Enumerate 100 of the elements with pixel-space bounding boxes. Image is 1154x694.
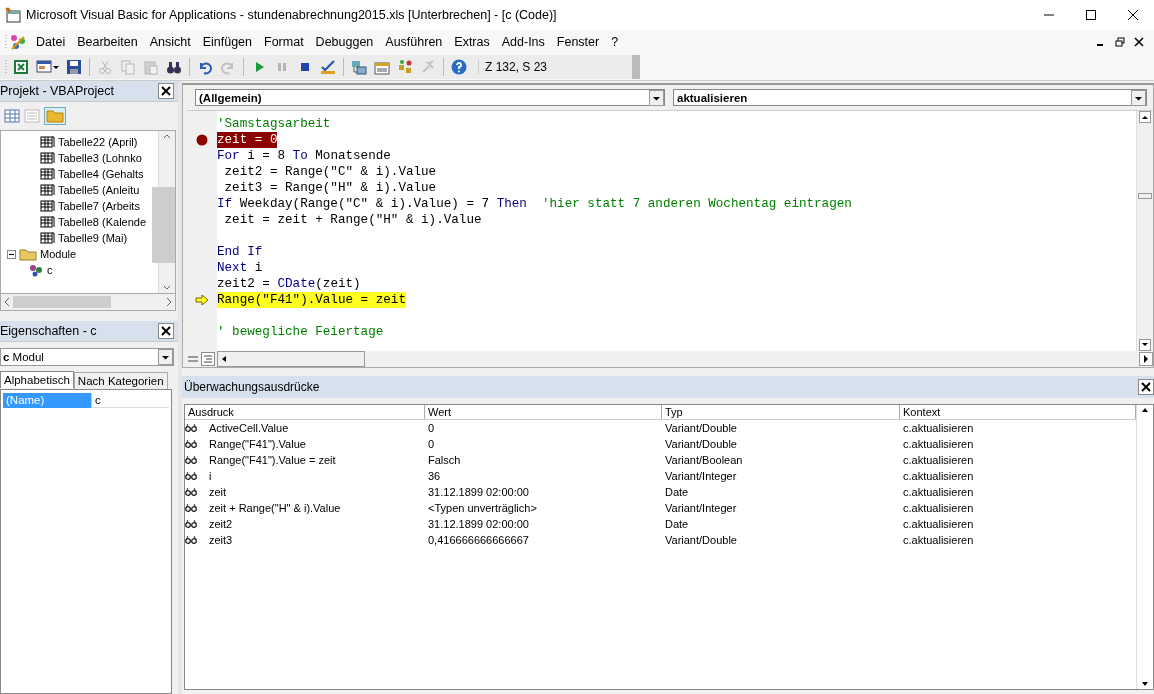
design-mode-button[interactable] <box>318 57 338 77</box>
close-icon[interactable] <box>158 323 174 339</box>
menu-item[interactable]: Ansicht <box>143 33 197 51</box>
close-icon[interactable] <box>1138 379 1154 395</box>
menu-item[interactable]: Debuggen <box>309 33 380 51</box>
code-line: zeit3 = Range("H" & i).Value <box>223 180 437 196</box>
code-line: Next i <box>217 260 263 276</box>
collapse-icon[interactable] <box>7 249 16 259</box>
code-line: For i = 8 To Monatsende <box>217 148 391 164</box>
tree-item[interactable]: Tabelle5 (Anleitu <box>58 184 140 196</box>
sheet-icon <box>39 151 55 165</box>
table-cell-text: c.aktualisieren <box>902 454 975 466</box>
column-header[interactable]: Ausdruck <box>185 405 425 419</box>
property-value[interactable]: c <box>91 393 169 408</box>
object-dropdown[interactable]: (Allgemein) <box>195 89 665 106</box>
glasses-icon <box>185 455 197 465</box>
save-icon <box>66 59 82 75</box>
sheet-icon <box>39 167 55 181</box>
tab[interactable]: Nach Kategorien <box>73 372 168 389</box>
column-header[interactable]: Typ <box>662 405 900 419</box>
binoculars-icon <box>166 59 182 75</box>
copy-icon <box>120 59 136 75</box>
menu-item[interactable]: ? <box>605 33 625 51</box>
column-header[interactable]: Wert <box>425 405 662 419</box>
table-cell-text: Variant/Boolean <box>664 454 744 466</box>
tab[interactable]: Alphabetisch <box>0 371 74 388</box>
glasses-icon <box>185 519 197 529</box>
tree-item[interactable]: Tabelle9 (Mai) <box>58 232 128 244</box>
help-button[interactable] <box>449 57 469 77</box>
table-cell-text: Variant/Double <box>664 422 738 434</box>
tree-item[interactable]: c <box>47 264 53 276</box>
tree-item[interactable]: Tabelle22 (April) <box>58 136 138 148</box>
table-cell-text: c.aktualisieren <box>902 534 975 546</box>
menu-item[interactable]: Ausführen <box>379 33 449 51</box>
object-dropdown[interactable]: c Modul <box>0 348 174 366</box>
tree-item[interactable]: Module <box>40 248 77 260</box>
table-cell-text: c.aktualisieren <box>902 486 975 498</box>
excel-button[interactable] <box>11 57 31 77</box>
sheet-icon <box>39 135 55 149</box>
maximize-icon[interactable] <box>1085 9 1097 21</box>
tree-item[interactable]: Tabelle4 (Gehalts <box>58 168 144 180</box>
code-line: ' bewegliche Feiertage <box>217 324 384 340</box>
project-explorer-icon <box>351 59 367 75</box>
undo-icon <box>197 59 213 75</box>
sheet-icon <box>39 215 55 229</box>
code-line: zeit2 = Range("C" & i).Value <box>223 164 437 180</box>
sheet-icon <box>39 231 55 245</box>
table-cell-text: 0,416666666666667 <box>427 534 530 546</box>
scissors-icon <box>97 59 113 75</box>
menu-item[interactable]: Format <box>258 33 310 51</box>
dropdown-icon[interactable] <box>1131 89 1146 106</box>
tree-item[interactable]: Tabelle3 (Lohnko <box>58 152 142 164</box>
redo-icon <box>220 59 236 75</box>
glasses-icon <box>185 487 197 497</box>
glasses-icon <box>185 503 197 513</box>
table-cell: zeit <box>209 486 227 498</box>
procedure-dropdown[interactable]: aktualisieren <box>673 89 1147 106</box>
properties-icon <box>374 59 390 75</box>
table-cell-text: c.aktualisieren <box>902 518 975 530</box>
caret-icon <box>53 65 59 69</box>
menu-item[interactable]: Einfügen <box>196 33 258 51</box>
code-line: zeit = zeit + Range("H" & i).Value <box>223 212 482 228</box>
tree-item[interactable]: Tabelle7 (Arbeits <box>58 200 140 212</box>
menu-item[interactable]: Fenster <box>550 33 606 51</box>
menu-item[interactable]: Bearbeiten <box>71 33 144 51</box>
table-cell: ActiveCell.Value <box>209 422 289 434</box>
scroll-up-icon[interactable] <box>1139 111 1151 123</box>
close-icon[interactable] <box>158 83 174 99</box>
close-icon[interactable] <box>1134 37 1144 47</box>
design-mode-icon <box>320 59 336 75</box>
cursor-position: Z 132, S 23 <box>478 60 548 74</box>
menu-item[interactable]: Extras <box>448 33 496 51</box>
table-cell: Range("F41").Value <box>209 438 306 450</box>
toolbox-icon <box>420 59 436 75</box>
table-cell-text: 31.12.1899 02:00:00 <box>427 518 530 530</box>
restore-icon[interactable] <box>1115 37 1125 47</box>
pane-title: Eigenschaften - c <box>0 324 97 338</box>
menu-item[interactable]: Add-Ins <box>495 33 551 51</box>
table-cell-text: Date <box>664 518 690 530</box>
scrollbar-thumb[interactable] <box>1138 193 1152 199</box>
scroll-down-icon[interactable] <box>1139 339 1151 351</box>
dropdown-icon[interactable] <box>649 89 664 106</box>
glasses-icon <box>185 535 197 545</box>
excel-icon <box>13 59 29 75</box>
tree-item[interactable]: Tabelle8 (Kalende <box>58 216 147 228</box>
object-browser-icon <box>397 59 413 75</box>
scrollbar-thumb[interactable] <box>13 296 111 308</box>
scrollbar-thumb[interactable] <box>152 187 175 263</box>
table-cell-text: 31.12.1899 02:00:00 <box>427 486 530 498</box>
glasses-icon <box>185 423 197 433</box>
view-object-icon[interactable] <box>4 109 20 123</box>
dropdown-icon[interactable] <box>158 349 173 365</box>
save-button[interactable] <box>64 57 84 77</box>
close-icon[interactable] <box>1127 9 1139 21</box>
column-header[interactable]: Kontext <box>900 405 1136 419</box>
pane-title: Überwachungsausdrücke <box>184 380 320 394</box>
scroll-right-icon[interactable] <box>1139 352 1153 366</box>
menu-item[interactable]: Datei <box>30 33 72 51</box>
breakpoint-icon[interactable] <box>196 134 208 146</box>
code-line: End If <box>217 244 263 260</box>
